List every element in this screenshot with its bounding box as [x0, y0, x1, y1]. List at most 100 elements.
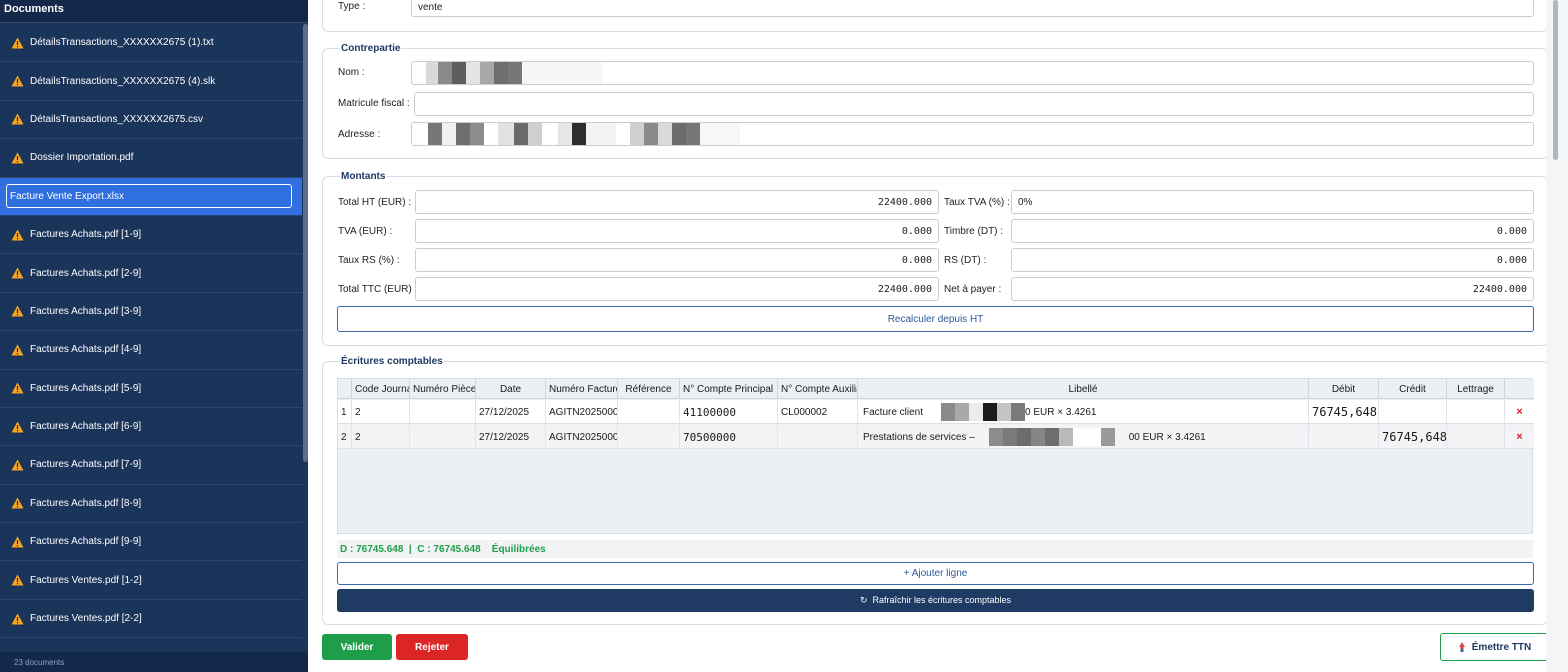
cell-reference[interactable] [618, 425, 680, 449]
cell-lettrage[interactable] [1447, 425, 1505, 449]
refresh-ecritures-button[interactable]: ↻ Rafraîchir les écritures comptables [337, 589, 1534, 612]
document-item-label: Factures Achats.pdf [1-9] [30, 229, 142, 241]
document-item[interactable]: Factures Achats.pdf [4-9] [0, 331, 302, 370]
type-field[interactable]: vente [411, 0, 1534, 17]
header-lettrage[interactable]: Lettrage [1447, 379, 1505, 399]
cell-numero-piece[interactable] [410, 400, 476, 424]
nom-label: Nom : [338, 67, 365, 78]
header-date[interactable]: Date [476, 379, 546, 399]
libelle-end: 0 EUR × 3.4261 [1025, 406, 1097, 418]
nom-field[interactable] [411, 61, 1534, 85]
table-header: Code Journal Numéro Pièce Date Numéro Fa… [338, 379, 1534, 399]
valider-button[interactable]: Valider [322, 634, 392, 660]
cell-numero-facture[interactable]: AGITN20250009 [546, 425, 618, 449]
type-label: Type : [338, 1, 366, 12]
cell-code-journal[interactable]: 2 [352, 400, 410, 424]
header-actions [1505, 379, 1534, 399]
document-item[interactable]: Factures Achats.pdf [2-9] [0, 254, 302, 293]
document-item[interactable]: Factures Achats.pdf [7-9] [0, 446, 302, 485]
redacted-block [1002, 428, 1017, 446]
cell-debit[interactable]: 76745,648 [1309, 400, 1379, 424]
cell-credit[interactable] [1379, 400, 1447, 424]
cell-numero-piece[interactable] [410, 425, 476, 449]
delete-row-button[interactable]: × [1505, 400, 1534, 424]
cell-compte-auxiliaire[interactable] [778, 425, 858, 449]
matricule-field[interactable] [414, 92, 1534, 116]
cell-date[interactable]: 27/12/2025 [476, 425, 546, 449]
document-item[interactable]: Factures Achats.pdf [3-9] [0, 293, 302, 332]
redacted-block [983, 403, 998, 421]
header-code-journal[interactable]: Code Journal [352, 379, 410, 399]
redacted-block [480, 62, 494, 84]
header-libelle[interactable]: Libellé [858, 379, 1309, 399]
cell-debit[interactable] [1309, 425, 1379, 449]
cell-numero-facture[interactable]: AGITN20250009 [546, 400, 618, 424]
header-compte-principal[interactable]: N° Compte Principal [680, 379, 778, 399]
document-item[interactable]: Factures Achats.pdf [8-9] [0, 485, 302, 524]
balance-status: D : 76745.648 | C : 76745.648 Équilibrée… [337, 540, 1533, 558]
main-scroll-thumb[interactable] [1553, 0, 1558, 160]
document-item[interactable]: Dossier Importation.pdf [0, 139, 302, 178]
taux-rs-field[interactable]: 0.000 [415, 248, 939, 272]
type-card: Type : vente [322, 0, 1548, 32]
matricule-label: Matricule fiscal : [338, 98, 410, 109]
warning-icon [11, 229, 24, 241]
header-compte-auxiliaire[interactable]: N° Compte Auxiliaire [778, 379, 858, 399]
emettre-ttn-button[interactable]: Émettre TTN [1440, 633, 1548, 661]
redacted-block [442, 123, 456, 145]
adresse-field[interactable] [411, 122, 1534, 146]
document-item[interactable]: DétailsTransactions_XXXXXX2675 (1).txt [0, 24, 302, 63]
total-ttc-label: Total TTC (EUR) : [338, 284, 418, 295]
total-ht-field[interactable]: 22400.000 [415, 190, 939, 214]
redacted-block [428, 123, 442, 145]
main-scrollbar[interactable] [1546, 0, 1568, 672]
warning-icon [11, 574, 24, 586]
document-item[interactable]: Factures Ventes.pdf [2-2] [0, 600, 302, 639]
total-ttc-field[interactable]: 22400.000 [415, 277, 939, 301]
redacted-block [470, 123, 484, 145]
cell-code-journal[interactable]: 2 [352, 425, 410, 449]
rs-label: RS (DT) : [944, 255, 987, 266]
delete-row-button[interactable]: × [1505, 425, 1534, 449]
document-item[interactable]: Factures Achats.pdf [6-9] [0, 408, 302, 447]
document-item[interactable]: DétailsTransactions_XXXXXX2675 (4).slk [0, 62, 302, 101]
document-item-label: Factures Achats.pdf [3-9] [30, 305, 142, 317]
warning-icon [11, 267, 24, 279]
cell-libelle[interactable]: Facture client 0 EUR × 3.4261 [858, 400, 1309, 424]
cell-date[interactable]: 27/12/2025 [476, 400, 546, 424]
cell-compte-principal[interactable]: 41100000 [680, 400, 778, 424]
warning-icon [11, 152, 24, 164]
tva-field[interactable]: 0.000 [415, 219, 939, 243]
rejeter-button[interactable]: Rejeter [396, 634, 468, 660]
document-item[interactable]: Factures Achats.pdf [9-9] [0, 523, 302, 562]
header-credit[interactable]: Crédit [1379, 379, 1447, 399]
redacted-block [969, 403, 984, 421]
document-item[interactable]: Factures Ventes.pdf [1-2] [0, 561, 302, 600]
header-numero-facture[interactable]: Numéro Facture [546, 379, 618, 399]
header-numero-piece[interactable]: Numéro Pièce [410, 379, 476, 399]
cell-reference[interactable] [618, 400, 680, 424]
timbre-field[interactable]: 0.000 [1011, 219, 1534, 243]
recalculer-button[interactable]: Recalculer depuis HT [337, 306, 1534, 332]
redacted-block [686, 123, 700, 145]
document-item-label: Factures Achats.pdf [7-9] [30, 459, 142, 471]
header-debit[interactable]: Débit [1309, 379, 1379, 399]
row-index: 2 [338, 425, 352, 449]
cell-credit[interactable]: 76745,648 [1379, 425, 1447, 449]
document-item[interactable]: DétailsTransactions_XXXXXX2675.csv [0, 101, 302, 140]
add-line-button[interactable]: + Ajouter ligne [337, 562, 1534, 585]
table-row[interactable]: 2 2 27/12/2025 AGITN20250009 70500000 Pr… [338, 425, 1534, 449]
net-field[interactable]: 22400.000 [1011, 277, 1534, 301]
redacted-block [1030, 428, 1045, 446]
cell-compte-auxiliaire[interactable]: CL000002 [778, 400, 858, 424]
cell-compte-principal[interactable]: 70500000 [680, 425, 778, 449]
cell-libelle[interactable]: Prestations de services – 00 EUR × 3.426… [858, 425, 1309, 449]
table-row[interactable]: 1 2 27/12/2025 AGITN20250009 41100000 CL… [338, 400, 1534, 424]
header-reference[interactable]: Référence [618, 379, 680, 399]
cell-lettrage[interactable] [1447, 400, 1505, 424]
document-item[interactable]: Factures Achats.pdf [1-9] [0, 216, 302, 255]
document-item[interactable]: Factures Achats.pdf [5-9] [0, 370, 302, 408]
taux-tva-field[interactable]: 0% [1011, 190, 1534, 214]
document-item[interactable]: Facture Vente Export.xlsx [0, 177, 302, 216]
rs-field[interactable]: 0.000 [1011, 248, 1534, 272]
